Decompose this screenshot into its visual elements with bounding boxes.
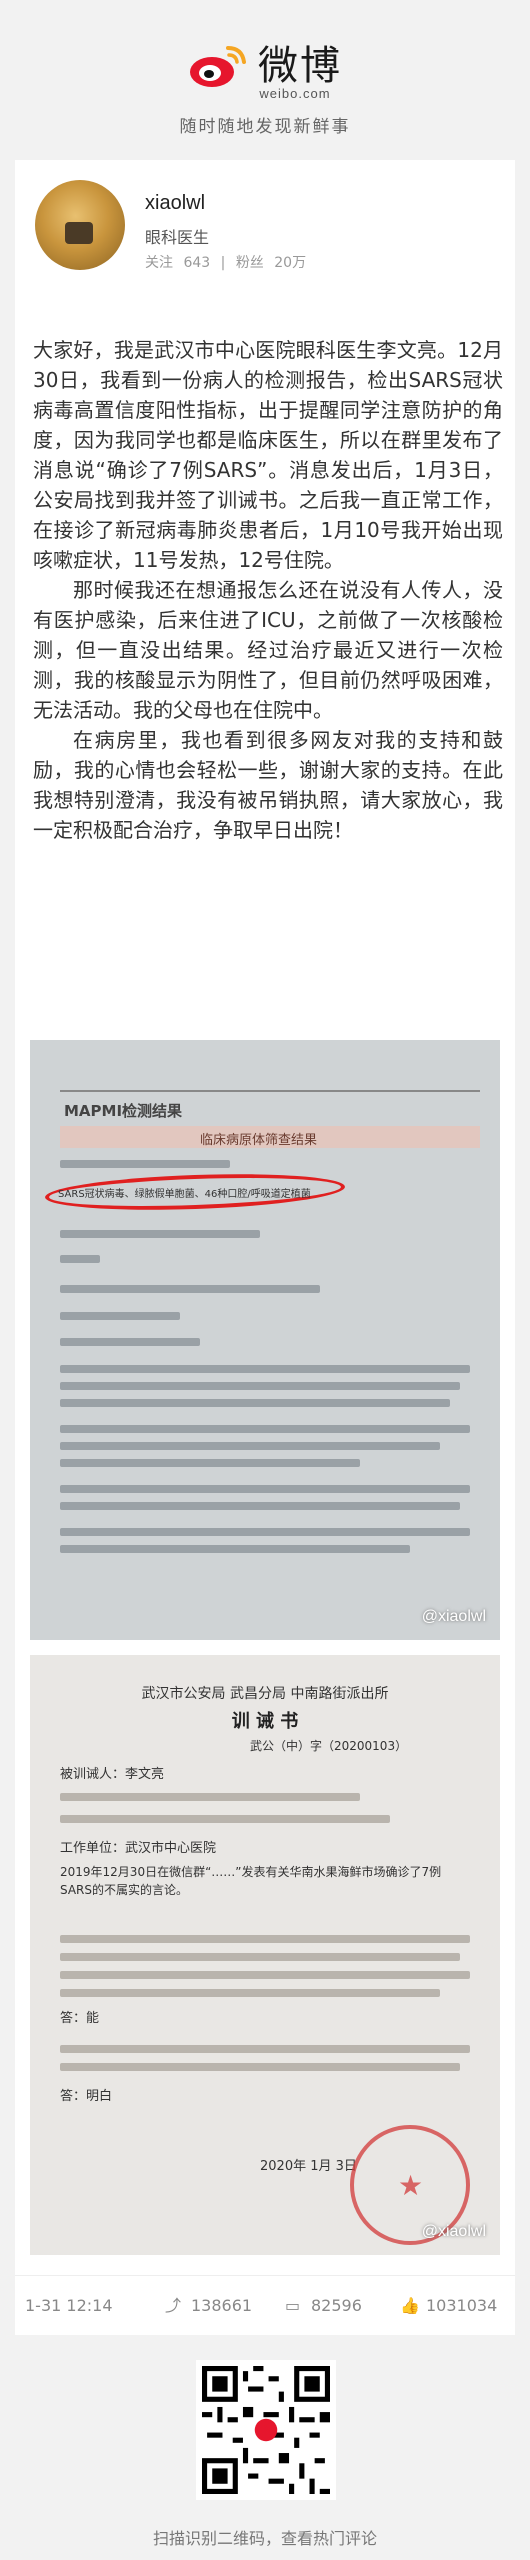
qr-caption: 扫描识别二维码，查看热门评论 xyxy=(152,2529,377,2548)
stats-separator: | xyxy=(220,255,226,271)
letter-date: 2020年 1月 3日 xyxy=(260,2159,357,2174)
report-title: MAPMI检测结果 xyxy=(64,1102,183,1120)
post-time: 1-31 12:14 xyxy=(25,2296,113,2315)
avatar[interactable] xyxy=(35,180,125,270)
thumbs-up-icon: 👍 xyxy=(400,2295,420,2315)
comment-button[interactable]: ▭ 82596 xyxy=(285,2296,362,2315)
image-watermark: @xiaolwl xyxy=(421,2223,486,2240)
following-label: 关注 xyxy=(145,255,173,271)
qr-code[interactable] xyxy=(196,2360,336,2500)
user-stats: 关注 643 | 粉丝 20万 xyxy=(145,252,312,272)
image-watermark: @xiaolwl xyxy=(421,1608,486,1625)
following-count[interactable]: 643 xyxy=(183,255,210,271)
followers-label: 粉丝 xyxy=(235,255,264,271)
admonition-letter-image[interactable]: 武汉市公安局 武昌分局 中南路街派出所 训 诫 书 武公（中）字（2020010… xyxy=(30,1655,500,2255)
post-paragraph: 那时候我还在想通报怎么还在说没有人传人，没有医护感染，后来住进了ICU，之前做了… xyxy=(33,578,503,722)
report-subtitle: 临床病原体筛查结果 xyxy=(200,1133,318,1148)
like-count: 1031034 xyxy=(426,2296,498,2315)
post-paragraph: 大家好，我是武汉市中心医院眼科医生李文亮。12月30日，我看到一份病人的检测报告… xyxy=(33,338,503,572)
weibo-eye-icon xyxy=(190,46,246,87)
letter-answer-2: 答：明白 xyxy=(60,2089,113,2104)
letter-title: 训 诫 书 xyxy=(231,1711,299,1732)
post-action-bar: 1-31 12:14 ⤴ 138661 ▭ 82596 👍 1031034 xyxy=(15,2275,515,2335)
post-card: xiaolwl 眼科医生 关注 643 | 粉丝 20万 大家好，我是武汉市中心… xyxy=(15,160,515,2275)
followers-count[interactable]: 20万 xyxy=(274,255,306,271)
username[interactable]: xiaolwl xyxy=(145,192,205,215)
comment-icon: ▭ xyxy=(285,2295,301,2315)
highlighted-result-text: SARS冠状病毒、绿脓假单胞菌、46种口腔/呼吸道定植菌 xyxy=(58,1189,311,1200)
repost-button[interactable]: ⤴ 138661 xyxy=(165,2296,252,2315)
user-bio: 眼科医生 xyxy=(145,228,210,247)
qr-section: 扫描识别二维码，查看热门评论 xyxy=(0,2360,530,2560)
like-button[interactable]: 👍 1031034 xyxy=(400,2296,497,2315)
letter-org: 武汉市公安局 武昌分局 中南路街派出所 xyxy=(141,1686,389,1702)
letter-doc-number: 武公（中）字（20200103） xyxy=(250,1739,408,1753)
comment-count: 82596 xyxy=(311,2296,362,2315)
letter-name-field: 被训诫人：李文亮 xyxy=(60,1767,165,1782)
post-paragraph: 在病房里，我也看到很多网友对我的支持和鼓励，我的心情也会轻松一些，谢谢大家的支持… xyxy=(33,728,503,842)
letter-statement: 2019年12月30日在微信群“……”发表有关华南水果海鲜市场确诊了7例SARS… xyxy=(60,1865,442,1897)
lab-report-image[interactable]: MAPMI检测结果 临床病原体筛查结果 SARS冠状病毒、绿脓假单胞菌、46种口… xyxy=(30,1040,500,1640)
weibo-logo: 微博 xyxy=(0,42,530,90)
brand-slogan: 随时随地发现新鲜事 xyxy=(179,117,351,137)
repost-icon: ⤴ xyxy=(165,2295,182,2315)
post-body: 大家好，我是武汉市中心医院眼科医生李文亮。12月30日，我看到一份病人的检测报告… xyxy=(33,335,503,845)
letter-workplace: 工作单位：武汉市中心医院 xyxy=(60,1841,217,1856)
weibo-header: 微博 weibo.com 随时随地发现新鲜事 xyxy=(0,0,530,150)
repost-count: 138661 xyxy=(191,2296,253,2315)
letter-answer-1: 答：能 xyxy=(60,2011,100,2026)
brand-name: 微博 xyxy=(258,43,342,89)
brand-domain: weibo.com xyxy=(259,86,331,101)
